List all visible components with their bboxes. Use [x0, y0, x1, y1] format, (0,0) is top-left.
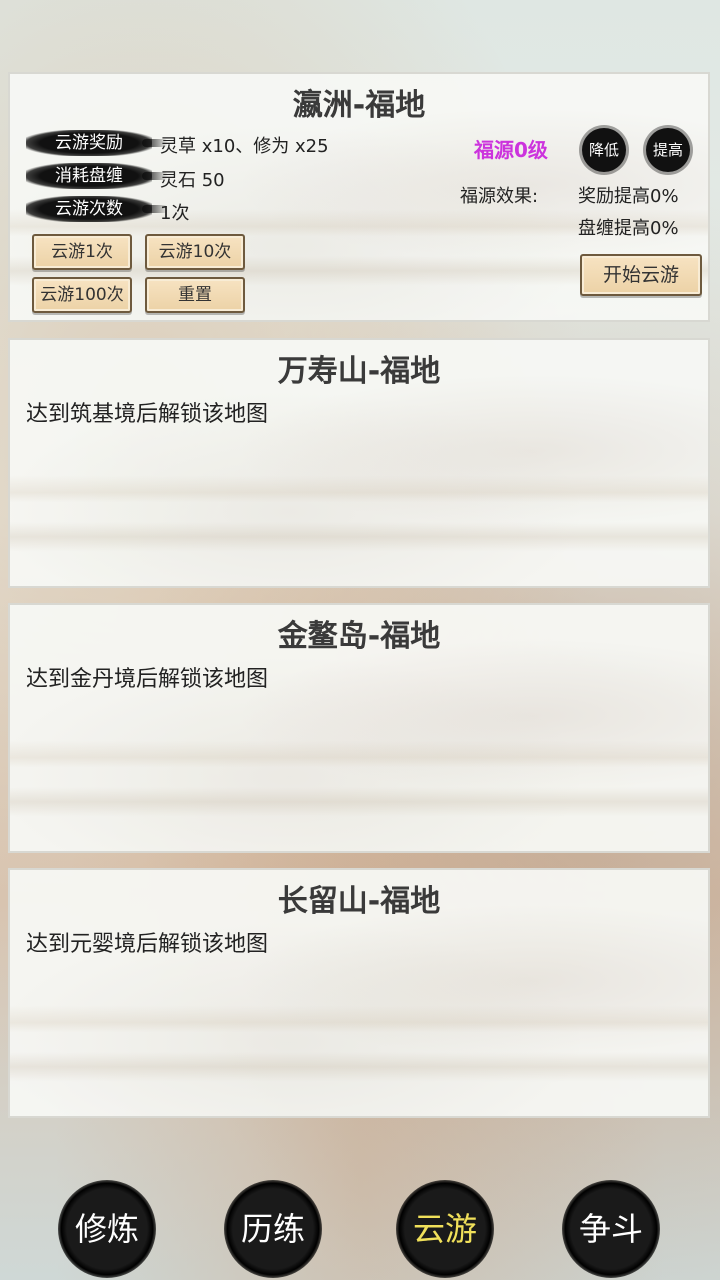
map-title: 瀛洲-福地: [292, 88, 426, 123]
reward-value: 灵草 x10、修为 x25: [160, 136, 329, 157]
effect-cost: 盘缠提高0%: [578, 218, 679, 239]
decrease-button[interactable]: 降低: [582, 128, 626, 172]
nav-travel[interactable]: 云游: [396, 1180, 494, 1278]
effect-label: 福源效果:: [460, 186, 539, 207]
map-card-changliushan: 长留山-福地 达到元婴境后解锁该地图: [8, 868, 710, 1118]
map-card-jinaodao: 金鳌岛-福地 达到金丹境后解锁该地图: [8, 603, 710, 853]
effect-reward: 奖励提高0%: [578, 186, 679, 207]
nav-cultivate[interactable]: 修炼: [58, 1180, 156, 1278]
count-label: 云游次数: [26, 196, 168, 222]
travel-100-button[interactable]: 云游100次: [32, 277, 132, 313]
nav-training[interactable]: 历练: [224, 1180, 322, 1278]
cost-label: 消耗盘缠: [26, 163, 168, 189]
fortune-level: 福源0级: [474, 138, 548, 162]
unlock-requirement: 达到筑基境后解锁该地图: [26, 402, 269, 427]
unlock-requirement: 达到元婴境后解锁该地图: [26, 932, 269, 957]
map-title: 长留山-福地: [277, 884, 441, 919]
count-value: 1次: [160, 203, 190, 224]
reset-button[interactable]: 重置: [145, 277, 245, 313]
nav-battle[interactable]: 争斗: [562, 1180, 660, 1278]
travel-1-button[interactable]: 云游1次: [32, 234, 132, 270]
map-card-yingzhou: 瀛洲-福地 云游奖励 灵草 x10、修为 x25 消耗盘缠 灵石 50 云游次数…: [8, 72, 710, 322]
reward-label: 云游奖励: [26, 130, 168, 156]
increase-button[interactable]: 提高: [646, 128, 690, 172]
map-title: 金鳌岛-福地: [277, 619, 441, 654]
map-title: 万寿山-福地: [277, 354, 441, 389]
travel-10-button[interactable]: 云游10次: [145, 234, 245, 270]
cost-value: 灵石 50: [160, 170, 225, 191]
unlock-requirement: 达到金丹境后解锁该地图: [26, 667, 269, 692]
map-card-wanshoushan: 万寿山-福地 达到筑基境后解锁该地图: [8, 338, 710, 588]
start-travel-button[interactable]: 开始云游: [580, 254, 702, 296]
